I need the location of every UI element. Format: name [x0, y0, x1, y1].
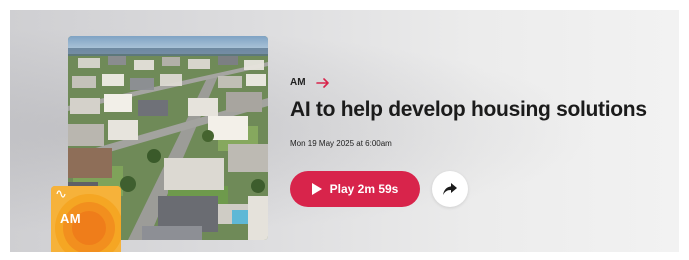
play-icon	[311, 183, 322, 195]
abc-logo-icon	[56, 190, 66, 198]
play-button[interactable]: Play 2m 59s	[290, 171, 420, 207]
episode-title: AI to help develop housing solutions	[290, 98, 647, 121]
program-name: AM	[290, 77, 306, 88]
episode-card: AM AM AI to help develop housing solutio…	[10, 10, 679, 252]
program-link[interactable]: AM	[290, 77, 330, 88]
share-icon	[443, 183, 457, 195]
episode-date: Mon 19 May 2025 at 6:00am	[290, 139, 392, 148]
program-logo-tile: AM	[51, 186, 121, 252]
play-label: Play 2m 59s	[329, 182, 399, 196]
arrow-right-icon	[315, 77, 329, 88]
share-button[interactable]	[432, 171, 468, 207]
program-tile-label: AM	[60, 211, 81, 226]
